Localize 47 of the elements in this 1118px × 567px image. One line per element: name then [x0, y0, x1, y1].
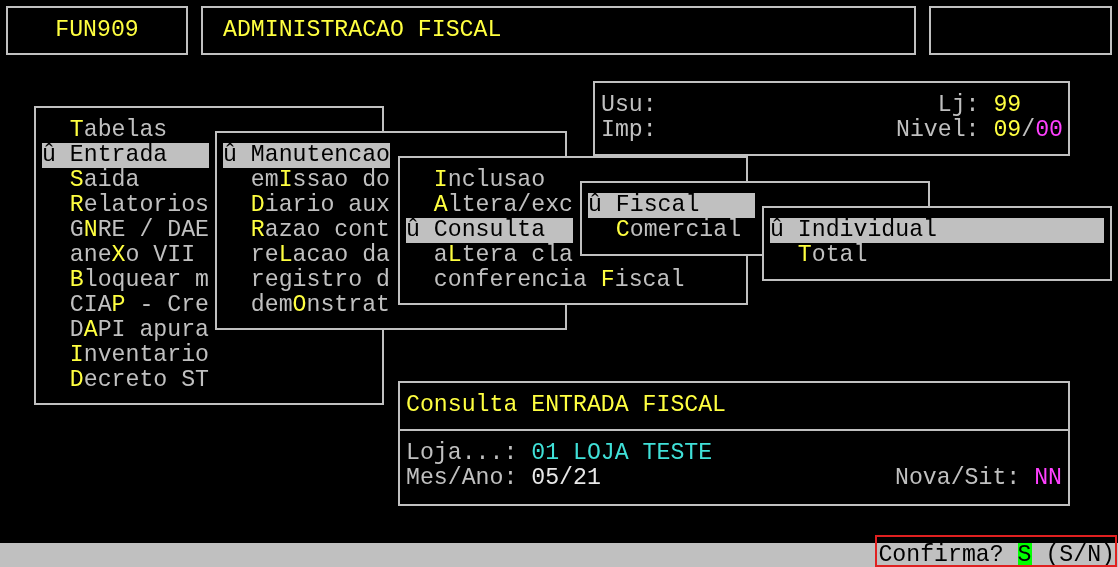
menu-item[interactable]: Comercial	[588, 218, 755, 243]
field-value: NN	[1034, 466, 1062, 491]
access-level: 09	[993, 118, 1022, 143]
menu-item[interactable]: aneXo VII	[42, 243, 209, 268]
panel-title: Consulta ENTRADA FISCAL	[406, 392, 727, 418]
menu-item[interactable]: GNRE / DAE	[42, 218, 209, 243]
field-value: 01 LOJA TESTE	[531, 441, 713, 466]
field-label: Imp:	[601, 118, 658, 143]
field-label: Usu:	[601, 93, 658, 118]
store-number: 99	[993, 93, 1022, 118]
menu-item[interactable]: Diario aux	[223, 193, 390, 218]
menu-item[interactable]: Saida	[42, 168, 209, 193]
menu-item[interactable]: Altera/exc	[406, 193, 573, 218]
menu-item[interactable]: û Individual	[770, 218, 1104, 243]
menu-item[interactable]: û Manutencao	[223, 143, 390, 168]
field-label: Lj:	[936, 93, 980, 118]
menu-item[interactable]: û Fiscal	[588, 193, 755, 218]
menu-item[interactable]: registro d	[223, 268, 390, 293]
menu-item[interactable]: reLacao da	[223, 243, 390, 268]
menu-item[interactable]: Bloquear m	[42, 268, 209, 293]
menu-item[interactable]: Inclusao	[406, 168, 573, 193]
field-label: Nova/Sit:	[895, 466, 1021, 491]
menu-item[interactable]: demOnstrat	[223, 293, 390, 318]
menu-item[interactable]: Razao cont	[223, 218, 390, 243]
menu-item[interactable]: DAPI apura	[42, 318, 209, 343]
menu-item[interactable]: Tabelas	[42, 118, 209, 143]
menu-item[interactable]: û Entrada	[42, 143, 209, 168]
menu-item[interactable]: Inventario	[42, 343, 209, 368]
access-sublevel: 00	[1035, 118, 1064, 143]
field-label: Nivel:	[896, 118, 980, 143]
screen-title: ADMINISTRACAO FISCAL	[223, 18, 502, 43]
program-code: FUN909	[55, 18, 139, 43]
menu-item[interactable]: Relatorios	[42, 193, 209, 218]
menu-item[interactable]: conferencia Fiscal	[406, 268, 685, 293]
menu-item[interactable]: Decreto ST	[42, 368, 209, 393]
field-label: Mes/Ano:	[406, 466, 518, 491]
field-label: Loja...:	[406, 441, 518, 466]
menu-item[interactable]: emIssao do	[223, 168, 390, 193]
menu-item[interactable]: û Consulta	[406, 218, 573, 243]
menu-item[interactable]: Total	[770, 243, 1104, 268]
separator: /	[1021, 118, 1036, 143]
menu-item[interactable]: CIAP - Cre	[42, 293, 209, 318]
menu-item[interactable]: aLtera cla	[406, 243, 573, 268]
answer-field[interactable]: S	[1017, 543, 1032, 567]
answer-options: (S/N)	[1045, 543, 1115, 567]
confirm-prompt: Confirma?	[878, 543, 1004, 567]
field-value: 05/21	[531, 466, 601, 491]
